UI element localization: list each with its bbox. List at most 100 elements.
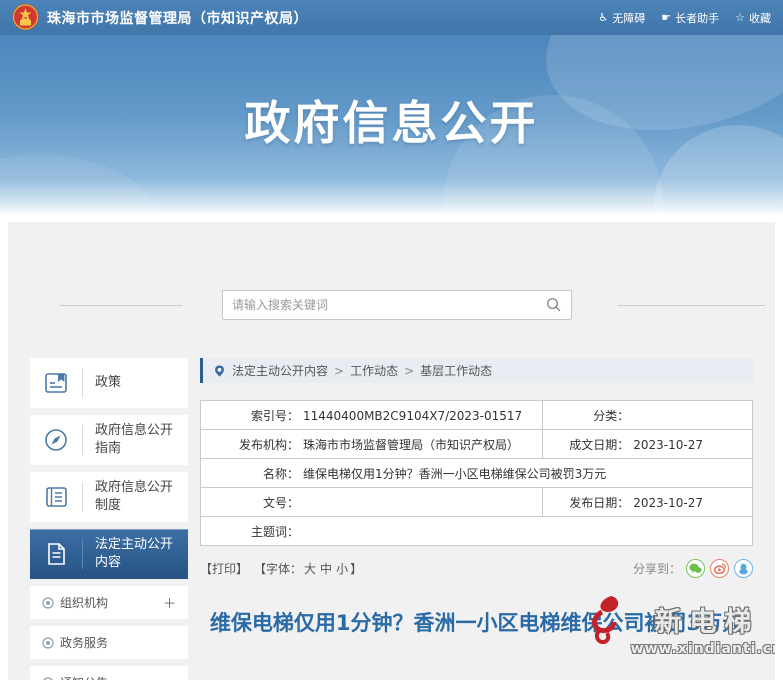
elder-helper-link[interactable]: ☛ 长者助手 [661, 10, 719, 26]
field-label: 分类： [549, 407, 629, 424]
qq-share-icon[interactable] [734, 559, 753, 578]
doc-number-cell: 文号： [201, 488, 543, 517]
accessibility-label: 无障碍 [612, 10, 645, 26]
sidebar-item-notices[interactable]: 通知公告 [30, 666, 188, 680]
field-label: 发布机构： [207, 436, 299, 453]
watermark-url: www.xindianti.cn [631, 641, 775, 657]
hand-icon: ☛ [661, 11, 671, 24]
site-title: 珠海市市场监督管理局（市知识产权局） [47, 8, 308, 28]
sidebar-item-policy[interactable]: 政策 [30, 358, 188, 408]
breadcrumb-item[interactable]: 基层工作动态 [420, 362, 492, 379]
share-label: 分享到： [633, 560, 681, 577]
document-meta-table: 索引号：11440400MB2C9104X7/2023-01517 分类： 发布… [200, 400, 753, 546]
table-row: 主题词： [201, 517, 753, 546]
sidebar-item-statutory-disclosure[interactable]: 法定主动公开内容 [30, 529, 188, 579]
search-icon[interactable] [546, 297, 562, 313]
print-button[interactable]: 【打印】 [200, 560, 248, 577]
star-icon: ☆ [735, 11, 745, 24]
font-small-button[interactable]: 小 [336, 562, 348, 576]
accessibility-link[interactable]: ♿ 无障碍 [598, 10, 645, 26]
field-label: 名称： [207, 465, 299, 482]
sidebar: 政策 政府信息公开指南 [30, 358, 188, 680]
field-value: 2023-10-27 [629, 496, 703, 510]
issue-date-cell: 成文日期：2023-10-27 [543, 430, 753, 459]
field-value [299, 525, 303, 539]
wechat-share-icon[interactable] [686, 559, 705, 578]
sidebar-item-label: 政府信息公开指南 [83, 422, 175, 457]
search-box [222, 290, 572, 320]
breadcrumb-separator: > [334, 364, 344, 378]
field-label: 索引号： [207, 407, 299, 424]
national-emblem-icon [12, 3, 39, 32]
sidebar-sub-label: 政务服务 [60, 634, 108, 651]
decorative-line [618, 305, 765, 306]
share-bar: 分享到： [633, 559, 753, 578]
table-row: 文号： 发布日期：2023-10-27 [201, 488, 753, 517]
search-area [8, 222, 775, 358]
document-name-cell: 名称：维保电梯仅用1分钟？香洲一小区电梯维保公司被罚3万元 [201, 459, 753, 488]
sidebar-item-disclosure-guide[interactable]: 政府信息公开指南 [30, 415, 188, 465]
font-size-prefix: 【字体： [254, 560, 302, 577]
field-label: 成文日期： [549, 436, 629, 453]
top-bar: 珠海市市场监督管理局（市知识产权局） ♿ 无障碍 ☛ 长者助手 ☆ 收藏 [0, 0, 783, 35]
banner-decoration [0, 155, 160, 215]
sidebar-item-label: 政府信息公开制度 [83, 479, 175, 514]
font-size-controls: 大中小 [302, 560, 350, 577]
font-medium-button[interactable]: 中 [320, 562, 332, 576]
sidebar-item-label: 政策 [83, 374, 175, 392]
toolbar: 【打印】 【字体： 大中小 】 分享到： [200, 559, 753, 578]
breadcrumb-item[interactable]: 工作动态 [350, 362, 398, 379]
search-input[interactable] [232, 298, 546, 312]
article-title: 维保电梯仅用1分钟？香洲一小区电梯维保公司被罚3万元 [200, 606, 753, 642]
content-row: 政策 政府信息公开指南 [8, 358, 775, 680]
accessibility-icon: ♿ [598, 11, 608, 24]
main-content: 法定主动公开内容 > 工作动态 > 基层工作动态 索引号：11440400MB2… [200, 358, 753, 680]
sidebar-item-organization[interactable]: 组织机构 ＋ [30, 586, 188, 619]
compass-icon [30, 425, 82, 455]
expand-icon[interactable]: ＋ [163, 593, 176, 612]
sidebar-item-label: 法定主动公开内容 [83, 536, 175, 571]
keywords-cell: 主题词： [201, 517, 753, 546]
field-value: 维保电梯仅用1分钟？香洲一小区电梯维保公司被罚3万元 [299, 467, 606, 481]
table-row: 名称：维保电梯仅用1分钟？香洲一小区电梯维保公司被罚3万元 [201, 459, 753, 488]
sidebar-item-disclosure-system[interactable]: 政府信息公开制度 [30, 472, 188, 522]
table-row: 索引号：11440400MB2C9104X7/2023-01517 分类： [201, 401, 753, 430]
field-label: 主题词： [207, 523, 299, 540]
breadcrumb-separator: > [404, 364, 414, 378]
sidebar-sub-label: 通知公告 [60, 674, 108, 680]
location-pin-icon [213, 364, 226, 378]
table-row: 发布机构：珠海市市场监督管理局（市知识产权局） 成文日期：2023-10-27 [201, 430, 753, 459]
field-value: 2023-10-27 [629, 438, 703, 452]
breadcrumb-item[interactable]: 法定主动公开内容 [232, 362, 328, 379]
page-title: 政府信息公开 [0, 87, 783, 153]
ledger-icon [30, 482, 82, 512]
field-value [299, 496, 303, 510]
index-number-cell: 索引号：11440400MB2C9104X7/2023-01517 [201, 401, 543, 430]
field-value: 珠海市市场监督管理局（市知识产权局） [299, 438, 519, 452]
bullet-icon [42, 597, 54, 609]
field-value: 11440400MB2C9104X7/2023-01517 [299, 409, 522, 423]
decorative-line [60, 305, 182, 306]
document-icon [30, 539, 82, 569]
breadcrumb: 法定主动公开内容 > 工作动态 > 基层工作动态 [200, 358, 753, 383]
field-label: 文号： [207, 494, 299, 511]
font-size-suffix: 】 [350, 560, 362, 577]
favorite-label: 收藏 [749, 10, 771, 26]
sidebar-item-gov-services[interactable]: 政务服务 [30, 626, 188, 659]
bullet-icon [42, 677, 54, 680]
top-links: ♿ 无障碍 ☛ 长者助手 ☆ 收藏 [598, 10, 771, 26]
field-value [629, 409, 633, 423]
issuing-agency-cell: 发布机构：珠海市市场监督管理局（市知识产权局） [201, 430, 543, 459]
elder-helper-label: 长者助手 [675, 10, 719, 26]
weibo-share-icon[interactable] [710, 559, 729, 578]
sidebar-sub-label: 组织机构 [60, 594, 108, 611]
content-panel: 政策 政府信息公开指南 [8, 222, 775, 680]
banner: 政府信息公开 [0, 35, 783, 215]
bullet-icon [42, 637, 54, 649]
publish-date-cell: 发布日期：2023-10-27 [543, 488, 753, 517]
favorite-link[interactable]: ☆ 收藏 [735, 10, 771, 26]
field-label: 发布日期： [549, 494, 629, 511]
category-cell: 分类： [543, 401, 753, 430]
book-icon [30, 368, 82, 398]
font-large-button[interactable]: 大 [304, 562, 316, 576]
